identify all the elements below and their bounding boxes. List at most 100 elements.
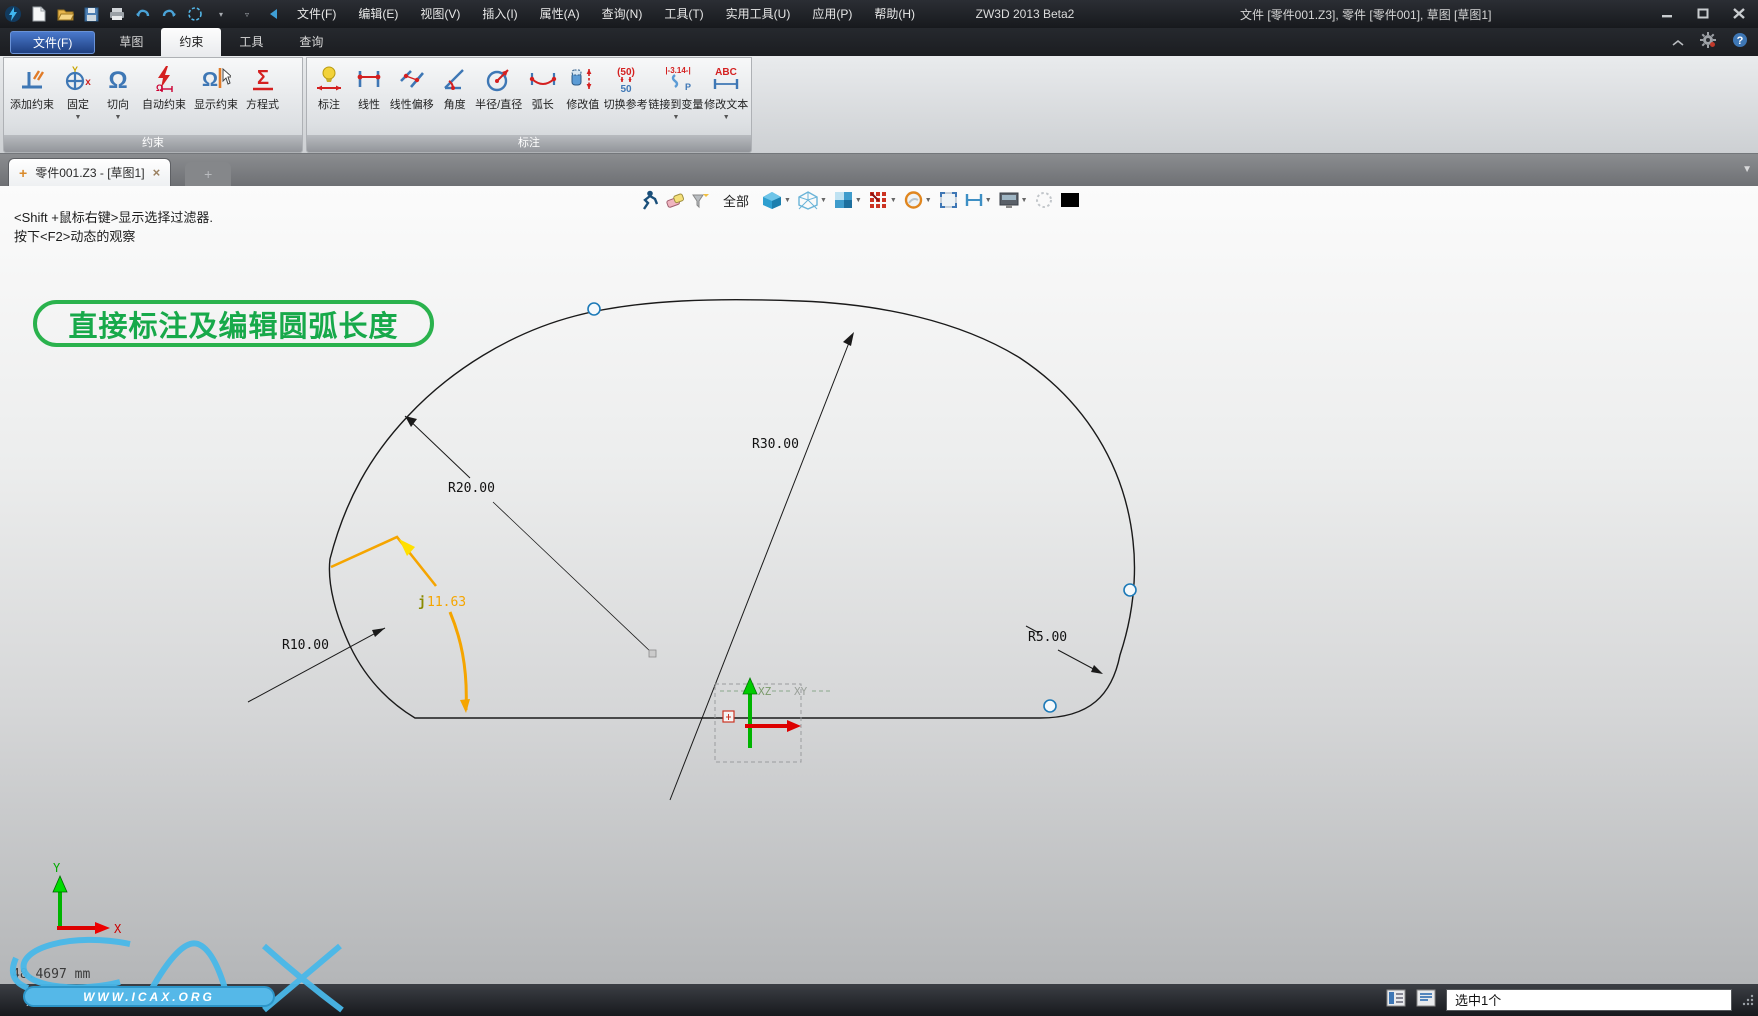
toolbar-options-icon[interactable]: ▿ bbox=[236, 3, 258, 25]
angular-dimension-button[interactable]: 角度 bbox=[435, 62, 475, 114]
collapse-left-icon[interactable] bbox=[262, 3, 284, 25]
add-constraint-icon bbox=[17, 64, 47, 94]
sketch-point-bottom-right[interactable] bbox=[1044, 700, 1056, 712]
modify-value-button[interactable]: 修改值 bbox=[563, 62, 603, 114]
svg-text:ABC: ABC bbox=[715, 67, 737, 78]
selection-status-field[interactable]: 选中1个 bbox=[1446, 989, 1732, 1011]
close-button[interactable] bbox=[1728, 5, 1750, 21]
origin-plane-xz-label: XZ bbox=[758, 685, 772, 698]
toggle-reference-icon: (50)50 bbox=[611, 64, 641, 94]
zw3d-window: ▾ ▿ 文件(F) 编辑(E) 视图(V) 插入(I) 属性(A) 查询(N) … bbox=[0, 0, 1758, 1016]
menu-utilities[interactable]: 实用工具(U) bbox=[715, 0, 802, 28]
group-label-dimensions: 标注 bbox=[307, 135, 751, 152]
modify-value-icon bbox=[568, 64, 598, 94]
tab-inquire[interactable]: 查询 bbox=[281, 28, 341, 56]
tab-sketch[interactable]: 草图 bbox=[101, 28, 161, 56]
new-file-icon[interactable] bbox=[28, 3, 50, 25]
pick-loop-dropdown-icon[interactable]: ▾ bbox=[210, 3, 232, 25]
dimension-button[interactable]: 标注 bbox=[309, 62, 349, 114]
tab-close-icon[interactable]: × bbox=[153, 165, 161, 180]
linear-offset-dimension-button[interactable]: 线性偏移 bbox=[389, 62, 435, 114]
command-log-icon[interactable] bbox=[1416, 989, 1436, 1012]
dimension-icon bbox=[314, 64, 344, 94]
origin-datum[interactable]: XZ XY bbox=[715, 678, 832, 762]
menu-file[interactable]: 文件(F) bbox=[286, 0, 347, 28]
maximize-button[interactable] bbox=[1692, 5, 1714, 21]
dimension-r30[interactable]: R30.00 bbox=[670, 332, 854, 800]
status-right-panel: 选中1个 bbox=[1386, 987, 1754, 1013]
svg-text:Ω: Ω bbox=[108, 67, 127, 93]
add-constraint-button[interactable]: 添加约束 bbox=[6, 62, 58, 114]
open-file-icon[interactable] bbox=[54, 3, 76, 25]
collapse-ribbon-icon[interactable] bbox=[1672, 34, 1684, 52]
ribbon: 添加约束 Yx 固定 ▼ Ω 切向 ▼ bbox=[0, 56, 1758, 154]
minimize-button[interactable] bbox=[1656, 5, 1678, 21]
sketch-geometry[interactable]: R20.00 R30.00 R10.00 R5.00 bbox=[0, 186, 1758, 984]
modify-text-dropdown-icon[interactable]: ▼ bbox=[723, 114, 730, 122]
arc-length-dimension-button[interactable]: 弧长 bbox=[523, 62, 563, 114]
document-tab-new[interactable]: + bbox=[185, 162, 231, 186]
menu-inquire[interactable]: 查询(N) bbox=[591, 0, 654, 28]
selected-arc-length-dimension[interactable]: j 11.63 bbox=[331, 537, 470, 713]
settings-gear-icon[interactable] bbox=[1700, 32, 1716, 53]
pick-loop-icon[interactable] bbox=[184, 3, 206, 25]
title-bar: ▾ ▿ 文件(F) 编辑(E) 视图(V) 插入(I) 属性(A) 查询(N) … bbox=[0, 0, 1758, 28]
auto-constraint-icon: Ω bbox=[149, 64, 179, 94]
document-tab-active[interactable]: + 零件001.Z3 - [草图1] × bbox=[8, 158, 171, 186]
help-icon[interactable]: ? bbox=[1732, 32, 1748, 53]
linear-dimension-button[interactable]: 线性 bbox=[349, 62, 389, 114]
document-context-title: 文件 [零件001.Z3], 零件 [零件001], 草图 [草图1] bbox=[1240, 6, 1491, 23]
sketch-point-top[interactable] bbox=[588, 303, 600, 315]
world-triad: Y X bbox=[53, 861, 122, 936]
show-ui-panel-icon[interactable] bbox=[1386, 989, 1406, 1012]
origin-plane-xy-label: XY bbox=[794, 685, 808, 698]
show-constraint-button[interactable]: Ω 显示约束 bbox=[190, 62, 242, 114]
menu-view[interactable]: 视图(V) bbox=[409, 0, 471, 28]
ribbon-group-dimensions: 标注 线性 线性偏移 bbox=[306, 57, 752, 153]
tangent-constraint-button[interactable]: Ω 切向 ▼ bbox=[98, 62, 138, 124]
menu-applications[interactable]: 应用(P) bbox=[801, 0, 863, 28]
radial-dimension-button[interactable]: 半径/直径 bbox=[475, 62, 523, 114]
menu-attributes[interactable]: 属性(A) bbox=[529, 0, 591, 28]
auto-constraint-button[interactable]: Ω 自动约束 bbox=[138, 62, 190, 114]
svg-text:?: ? bbox=[1737, 35, 1744, 47]
svg-text:Σ: Σ bbox=[256, 67, 268, 89]
group-label-constraints: 约束 bbox=[4, 135, 302, 152]
svg-text:|-3.14-|: |-3.14-| bbox=[665, 66, 690, 75]
sketch-viewport[interactable]: 全部 ▼ ▼ ▼ ▼ ▼ bbox=[0, 186, 1758, 984]
selected-dim-value: 11.63 bbox=[427, 595, 466, 610]
fixed-dropdown-icon[interactable]: ▼ bbox=[75, 114, 82, 122]
equation-button[interactable]: Σ 方程式 bbox=[242, 62, 283, 114]
menu-insert[interactable]: 插入(I) bbox=[471, 0, 528, 28]
app-logo-icon bbox=[2, 3, 24, 25]
link-to-variable-button[interactable]: |-3.14-|PI 链接到变量 ▼ bbox=[648, 62, 703, 124]
tab-constraint[interactable]: 约束 bbox=[161, 28, 221, 56]
redo-icon[interactable] bbox=[158, 3, 180, 25]
modify-text-button[interactable]: ABC 修改文本 ▼ bbox=[703, 62, 749, 124]
sketch-point-right[interactable] bbox=[1124, 584, 1136, 596]
toggle-reference-button[interactable]: (50)50 切换参考 bbox=[603, 62, 649, 114]
save-icon[interactable] bbox=[80, 3, 102, 25]
tangent-dropdown-icon[interactable]: ▼ bbox=[115, 114, 122, 122]
document-tab-label: 零件001.Z3 - [草图1] bbox=[35, 164, 144, 181]
show-constraint-icon: Ω bbox=[201, 64, 231, 94]
resize-grip[interactable] bbox=[1742, 994, 1754, 1006]
tab-tools[interactable]: 工具 bbox=[221, 28, 281, 56]
undo-icon[interactable] bbox=[132, 3, 154, 25]
dimension-r20[interactable]: R20.00 bbox=[405, 416, 656, 657]
dimension-r5[interactable]: R5.00 bbox=[1026, 626, 1103, 674]
dimension-r10[interactable]: R10.00 bbox=[248, 628, 385, 702]
fixed-constraint-button[interactable]: Yx 固定 ▼ bbox=[58, 62, 98, 124]
link-to-variable-dropdown-icon[interactable]: ▼ bbox=[672, 114, 679, 122]
tab-add-icon[interactable]: + bbox=[19, 165, 27, 181]
file-menu-button[interactable]: 文件(F) bbox=[10, 31, 95, 54]
menu-edit[interactable]: 编辑(E) bbox=[347, 0, 409, 28]
sketch-profile-curve[interactable] bbox=[329, 300, 1134, 718]
tab-list-dropdown-icon[interactable]: ▼ bbox=[1742, 164, 1752, 175]
triad-x-label: X bbox=[114, 922, 122, 936]
app-title: ZW3D 2013 Beta2 bbox=[915, 7, 1135, 21]
menu-tools[interactable]: 工具(T) bbox=[653, 0, 714, 28]
print-icon[interactable] bbox=[106, 3, 128, 25]
triad-y-label: Y bbox=[53, 861, 61, 875]
radial-dimension-icon bbox=[484, 64, 514, 94]
